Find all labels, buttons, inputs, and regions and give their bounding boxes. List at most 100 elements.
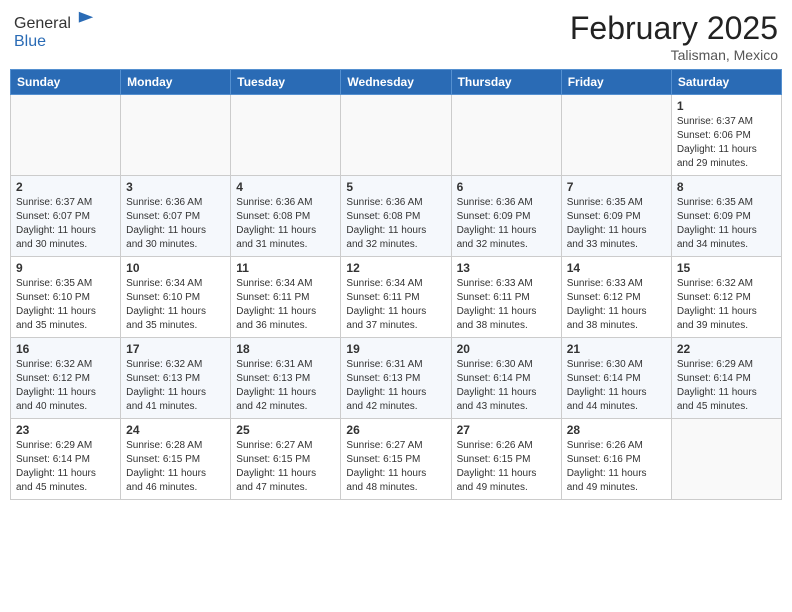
day-number: 5 [346,180,445,194]
day-info: Sunrise: 6:37 AM Sunset: 6:07 PM Dayligh… [16,196,115,252]
day-number: 4 [236,180,335,194]
calendar-cell: 2 Sunrise: 6:37 AM Sunset: 6:07 PM Daylig… [11,176,121,257]
calendar-cell: 15Sunrise: 6:32 AM Sunset: 6:12 PM Dayli… [671,257,781,338]
calendar-cell [231,95,341,176]
column-header-monday: Monday [121,70,231,95]
column-header-saturday: Saturday [671,70,781,95]
day-info: Sunrise: 6:31 AM Sunset: 6:13 PM Dayligh… [236,358,335,414]
calendar-week-2: 2 Sunrise: 6:37 AM Sunset: 6:07 PM Daylig… [11,176,782,257]
calendar-cell: 7 Sunrise: 6:35 AM Sunset: 6:09 PM Daylig… [561,176,671,257]
day-info: Sunrise: 6:26 AM Sunset: 6:16 PM Dayligh… [567,439,666,495]
day-number: 1 [677,99,776,113]
day-info: Sunrise: 6:33 AM Sunset: 6:12 PM Dayligh… [567,277,666,333]
day-number: 6 [457,180,556,194]
day-number: 21 [567,342,666,356]
day-info: Sunrise: 6:26 AM Sunset: 6:15 PM Dayligh… [457,439,556,495]
calendar-cell: 18 Sunrise: 6:31 AM Sunset: 6:13 PM Dayli… [231,338,341,419]
calendar-cell: 21Sunrise: 6:30 AM Sunset: 6:14 PM Dayli… [561,338,671,419]
calendar-cell: 23 Sunrise: 6:29 AM Sunset: 6:14 PM Dayli… [11,419,121,500]
day-number: 25 [236,423,335,437]
day-info: Sunrise: 6:36 AM Sunset: 6:08 PM Dayligh… [236,196,335,252]
day-number: 19 [346,342,445,356]
calendar-cell [561,95,671,176]
day-info: Sunrise: 6:33 AM Sunset: 6:11 PM Dayligh… [457,277,556,333]
day-number: 8 [677,180,776,194]
day-info: Sunrise: 6:32 AM Sunset: 6:12 PM Dayligh… [16,358,115,414]
calendar-cell: 9 Sunrise: 6:35 AM Sunset: 6:10 PM Daylig… [11,257,121,338]
day-info: Sunrise: 6:37 AM Sunset: 6:06 PM Dayligh… [677,115,776,171]
day-number: 26 [346,423,445,437]
day-number: 11 [236,261,335,275]
day-info: Sunrise: 6:31 AM Sunset: 6:13 PM Dayligh… [346,358,445,414]
day-info: Sunrise: 6:27 AM Sunset: 6:15 PM Dayligh… [346,439,445,495]
calendar-cell: 28 Sunrise: 6:26 AM Sunset: 6:16 PM Dayli… [561,419,671,500]
day-number: 10 [126,261,225,275]
column-header-wednesday: Wednesday [341,70,451,95]
day-number: 28 [567,423,666,437]
day-info: Sunrise: 6:36 AM Sunset: 6:09 PM Dayligh… [457,196,556,252]
day-number: 13 [457,261,556,275]
calendar-cell: 14 Sunrise: 6:33 AM Sunset: 6:12 PM Dayli… [561,257,671,338]
day-info: Sunrise: 6:34 AM Sunset: 6:10 PM Dayligh… [126,277,225,333]
calendar-cell: 22 Sunrise: 6:29 AM Sunset: 6:14 PM Dayli… [671,338,781,419]
calendar-cell: 4 Sunrise: 6:36 AM Sunset: 6:08 PM Daylig… [231,176,341,257]
calendar-cell: 8Sunrise: 6:35 AM Sunset: 6:09 PM Daylig… [671,176,781,257]
calendar-cell [451,95,561,176]
day-number: 3 [126,180,225,194]
calendar-week-5: 23 Sunrise: 6:29 AM Sunset: 6:14 PM Dayli… [11,419,782,500]
column-header-tuesday: Tuesday [231,70,341,95]
day-info: Sunrise: 6:36 AM Sunset: 6:08 PM Dayligh… [346,196,445,252]
day-number: 14 [567,261,666,275]
calendar-cell: 5 Sunrise: 6:36 AM Sunset: 6:08 PM Daylig… [341,176,451,257]
location-text: Talisman, Mexico [570,47,778,63]
day-info: Sunrise: 6:28 AM Sunset: 6:15 PM Dayligh… [126,439,225,495]
day-info: Sunrise: 6:35 AM Sunset: 6:09 PM Dayligh… [567,196,666,252]
calendar-cell: 10 Sunrise: 6:34 AM Sunset: 6:10 PM Dayli… [121,257,231,338]
day-number: 23 [16,423,115,437]
calendar-table: SundayMondayTuesdayWednesdayThursdayFrid… [10,69,782,500]
calendar-week-4: 16 Sunrise: 6:32 AM Sunset: 6:12 PM Dayli… [11,338,782,419]
day-number: 22 [677,342,776,356]
day-number: 9 [16,261,115,275]
day-number: 18 [236,342,335,356]
calendar-cell [11,95,121,176]
day-info: Sunrise: 6:34 AM Sunset: 6:11 PM Dayligh… [346,277,445,333]
day-number: 27 [457,423,556,437]
calendar-cell: 6 Sunrise: 6:36 AM Sunset: 6:09 PM Daylig… [451,176,561,257]
logo: General Blue [14,10,95,51]
day-number: 20 [457,342,556,356]
page-header: General Blue February 2025 Talisman, Mex… [10,10,782,63]
calendar-week-1: 1 Sunrise: 6:37 AM Sunset: 6:06 PM Daylig… [11,95,782,176]
month-year-heading: February 2025 [570,10,778,47]
calendar-cell [671,419,781,500]
day-info: Sunrise: 6:35 AM Sunset: 6:10 PM Dayligh… [16,277,115,333]
day-number: 24 [126,423,225,437]
calendar-cell: 3 Sunrise: 6:36 AM Sunset: 6:07 PM Daylig… [121,176,231,257]
calendar-cell [341,95,451,176]
day-info: Sunrise: 6:36 AM Sunset: 6:07 PM Dayligh… [126,196,225,252]
day-info: Sunrise: 6:29 AM Sunset: 6:14 PM Dayligh… [16,439,115,495]
day-number: 7 [567,180,666,194]
calendar-week-3: 9 Sunrise: 6:35 AM Sunset: 6:10 PM Daylig… [11,257,782,338]
day-number: 2 [16,180,115,194]
calendar-cell: 26 Sunrise: 6:27 AM Sunset: 6:15 PM Dayli… [341,419,451,500]
title-block: February 2025 Talisman, Mexico [570,10,778,63]
logo-flag-icon [77,10,95,28]
calendar-cell: 24 Sunrise: 6:28 AM Sunset: 6:15 PM Dayli… [121,419,231,500]
calendar-cell: 25Sunrise: 6:27 AM Sunset: 6:15 PM Dayli… [231,419,341,500]
calendar-cell: 11Sunrise: 6:34 AM Sunset: 6:11 PM Dayli… [231,257,341,338]
column-header-friday: Friday [561,70,671,95]
day-info: Sunrise: 6:30 AM Sunset: 6:14 PM Dayligh… [457,358,556,414]
calendar-cell: 19 Sunrise: 6:31 AM Sunset: 6:13 PM Dayli… [341,338,451,419]
day-info: Sunrise: 6:29 AM Sunset: 6:14 PM Dayligh… [677,358,776,414]
calendar-cell: 27 Sunrise: 6:26 AM Sunset: 6:15 PM Dayli… [451,419,561,500]
day-info: Sunrise: 6:32 AM Sunset: 6:12 PM Dayligh… [677,277,776,333]
logo-blue-text: Blue [14,33,46,50]
calendar-cell: 12 Sunrise: 6:34 AM Sunset: 6:11 PM Dayli… [341,257,451,338]
day-number: 16 [16,342,115,356]
column-header-sunday: Sunday [11,70,121,95]
calendar-cell [121,95,231,176]
day-number: 12 [346,261,445,275]
logo-general-text: General [14,15,71,32]
calendar-cell: 13 Sunrise: 6:33 AM Sunset: 6:11 PM Dayli… [451,257,561,338]
